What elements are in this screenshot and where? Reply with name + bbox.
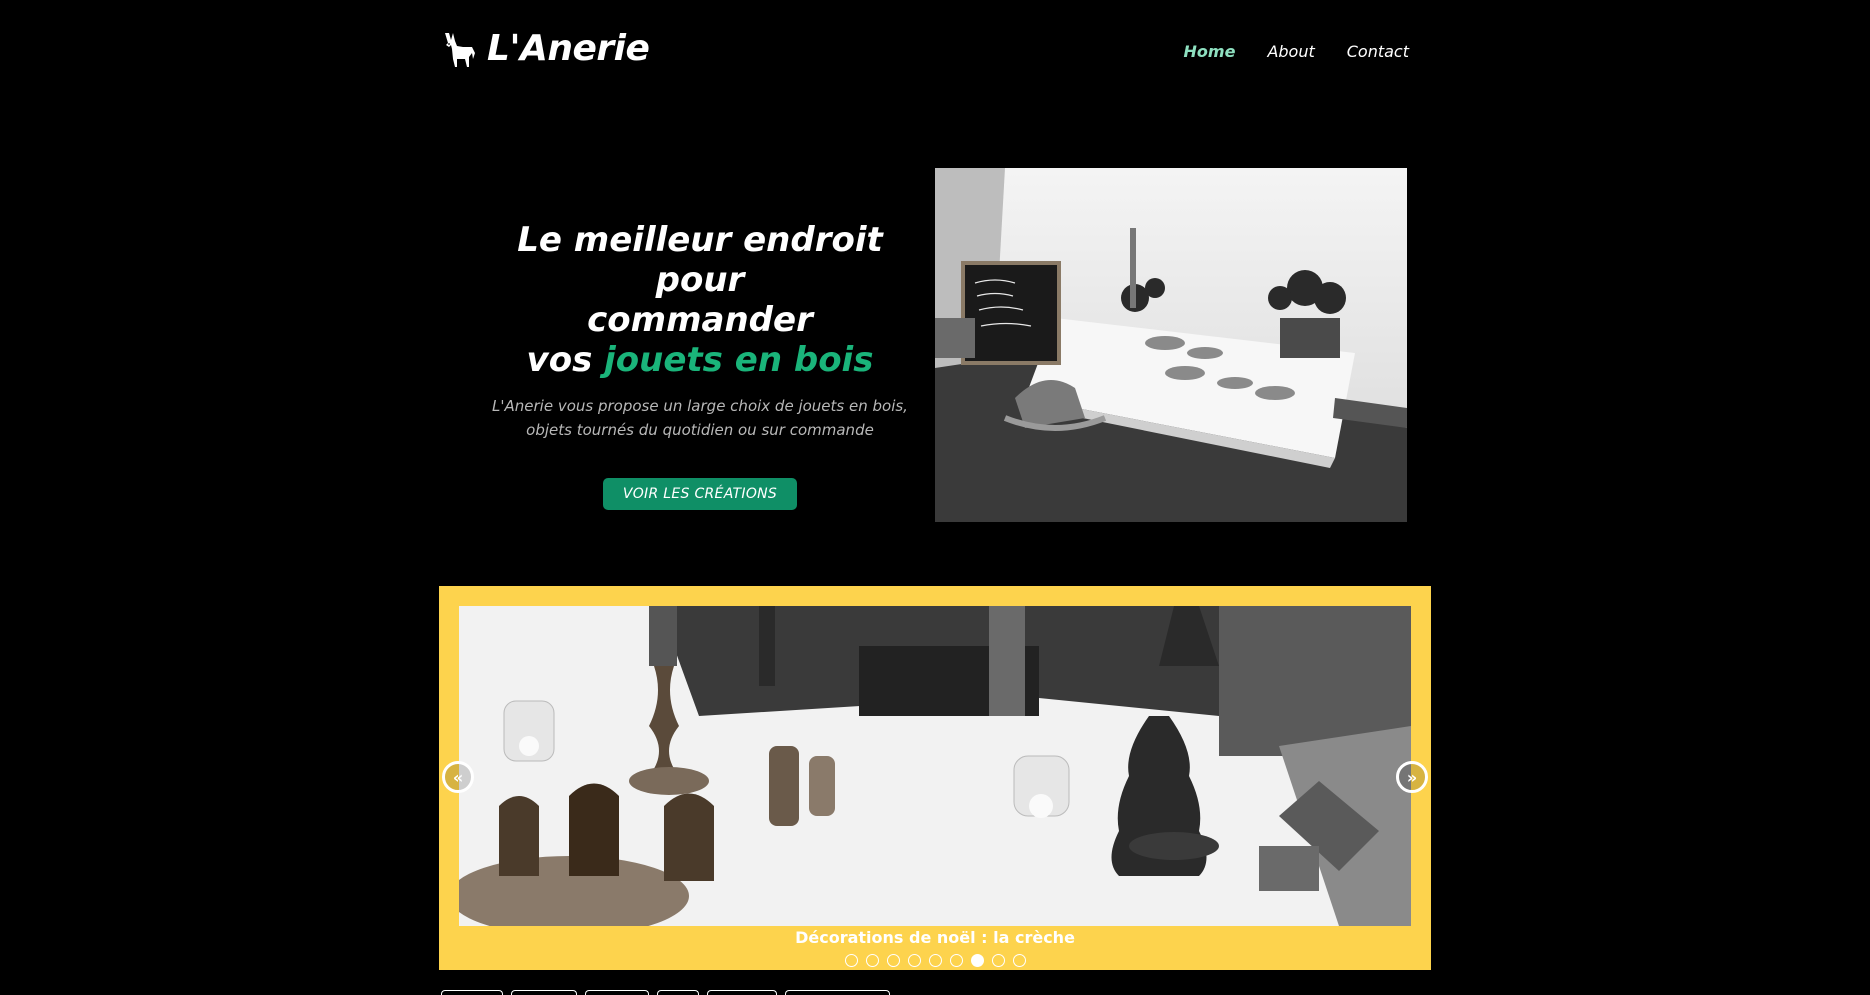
category-tab[interactable] [707, 990, 777, 995]
hero-title-accent: jouets en bois [604, 340, 874, 380]
category-tab[interactable] [585, 990, 649, 995]
hero-title-line-2: commander [587, 300, 813, 340]
brand-name: L'Anerie [487, 28, 650, 69]
carousel-dot[interactable] [844, 954, 858, 967]
nav-item-about[interactable]: About [1267, 42, 1314, 61]
hero-title: Le meilleur endroit pour commander vos j… [476, 220, 924, 380]
carousel-indicators [439, 954, 1431, 967]
chevron-left-double-icon: « [452, 767, 464, 787]
carousel-prev-button[interactable]: « [442, 761, 474, 793]
carousel-dot[interactable] [907, 954, 921, 967]
hero-title-line-3: vos [526, 340, 605, 380]
hero-image [935, 168, 1407, 522]
hero-title-line-1: Le meilleur endroit pour [517, 220, 883, 300]
carousel-slide-image [459, 606, 1411, 926]
carousel-next-button[interactable]: » [1396, 761, 1428, 793]
carousel-dot[interactable] [886, 954, 900, 967]
brand[interactable]: L'Anerie [439, 28, 650, 69]
donkey-icon [439, 29, 479, 69]
category-tab[interactable] [785, 990, 890, 995]
hero-subtitle: L'Anerie vous propose un large choix de … [492, 397, 908, 439]
main-nav: Home About Contact [1184, 42, 1409, 61]
carousel-dot[interactable] [1012, 954, 1026, 967]
chevron-right-double-icon: » [1406, 767, 1418, 787]
carousel-dot[interactable] [949, 954, 963, 967]
category-tab[interactable] [657, 990, 699, 995]
creations-carousel: « » Décorations de noël : la crèche [439, 586, 1431, 970]
carousel-dot[interactable] [865, 954, 879, 967]
hero-section: Le meilleur endroit pour commander vos j… [476, 220, 924, 510]
nav-item-home[interactable]: Home [1184, 42, 1236, 61]
category-tab[interactable] [441, 990, 503, 995]
site-header: L'Anerie Home About Contact [439, 28, 1409, 78]
category-tab[interactable] [511, 990, 577, 995]
carousel-dot[interactable] [928, 954, 942, 967]
category-tabs-peek [441, 990, 890, 995]
carousel-dot-active[interactable] [970, 954, 984, 967]
carousel-dot[interactable] [991, 954, 1005, 967]
view-creations-button[interactable]: VOIR LES CRÉATIONS [602, 478, 798, 510]
nav-item-contact[interactable]: Contact [1347, 42, 1409, 61]
carousel-caption: Décorations de noël : la crèche [795, 928, 1075, 947]
